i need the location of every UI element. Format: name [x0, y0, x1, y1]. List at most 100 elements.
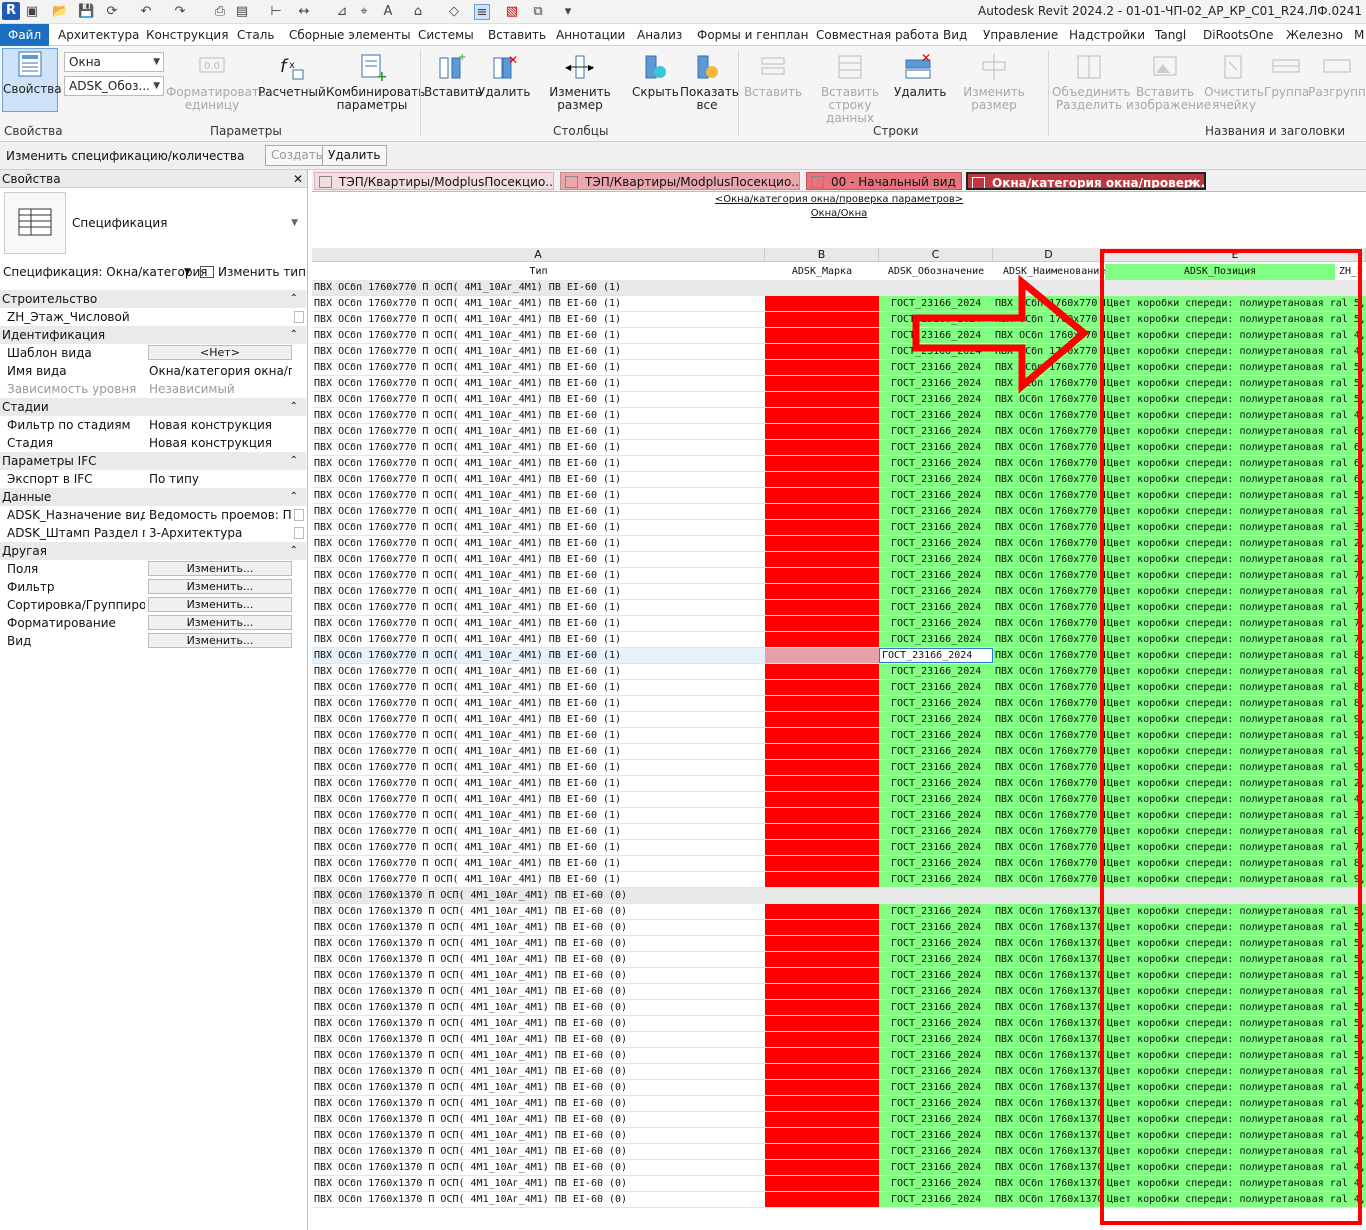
collapse-icon[interactable]: ⌃	[290, 488, 298, 506]
property-value-button[interactable]	[294, 311, 304, 323]
cell-type[interactable]: ПВХ ОСбп 1760х770 П ОСП( 4М1_10Аг_4М1) П…	[312, 808, 765, 823]
cell-type[interactable]: ПВХ ОСбп 1760х770 П ОСП( 4М1_10Аг_4М1) П…	[312, 376, 765, 391]
cell-mark[interactable]	[765, 504, 879, 519]
cell-mark[interactable]	[765, 744, 879, 759]
cell-type[interactable]: ПВХ ОСбп 1760х770 П ОСП( 4М1_10Аг_4М1) П…	[312, 440, 765, 455]
view-tab-tep1[interactable]: ТЭП/Квартиры/ModplusПосекцио...	[314, 172, 554, 190]
cell-mark[interactable]	[765, 824, 879, 839]
hide-column-button[interactable]: Скрыть	[632, 52, 679, 99]
cell-designation[interactable]: ГОСТ_23166_2024	[879, 1192, 993, 1207]
cell-name[interactable]: ПВХ ОСбп 1760х770 П	[993, 616, 1105, 631]
cell-name[interactable]: ПВХ ОСбп 1760х770 П	[993, 760, 1105, 775]
cell-name[interactable]: ПВХ ОСбп 1760х770 П	[993, 824, 1105, 839]
show-all-button[interactable]: Показать все	[680, 52, 739, 112]
tab-annotate[interactable]: Аннотации	[556, 24, 625, 46]
cell-mark[interactable]	[765, 568, 879, 583]
cell-mark[interactable]	[765, 664, 879, 679]
cell-designation[interactable]: ГОСТ_23166_2024	[879, 1000, 993, 1015]
cell-designation[interactable]: ГОСТ_23166_2024	[879, 1144, 993, 1159]
cell-designation[interactable]: ГОСТ_23166_2024	[879, 600, 993, 615]
field-header-mark[interactable]: ADSK_Марка	[765, 264, 879, 280]
property-category[interactable]: Стадии ⌃	[0, 398, 306, 416]
cell-designation[interactable]: ГОСТ_23166_2024	[879, 1016, 993, 1031]
cell-designation[interactable]: ГОСТ_23166_2024	[879, 760, 993, 775]
cell-designation[interactable]: ГОСТ_23166_2024	[879, 696, 993, 711]
cell-type[interactable]: ПВХ ОСбп 1760х770 П ОСП( 4М1_10Аг_4М1) П…	[312, 616, 765, 631]
cell-type[interactable]: ПВХ ОСбп 1760х1370 П ОСП( 4М1_10Аг_4М1) …	[312, 1160, 765, 1175]
cell-name[interactable]: ПВХ ОСбп 1760х770 П	[993, 680, 1105, 695]
cell-type[interactable]: ПВХ ОСбп 1760х1370 П ОСП( 4М1_10Аг_4М1) …	[312, 1128, 765, 1143]
cell-designation[interactable]: ГОСТ_23166_2024	[879, 536, 993, 551]
cell-designation[interactable]: ГОСТ_23166_2024	[879, 1096, 993, 1111]
cell-mark[interactable]	[765, 616, 879, 631]
3d-view-icon[interactable]: ⌂	[410, 4, 426, 20]
cell-type[interactable]: ПВХ ОСбп 1760х1370 П ОСП( 4М1_10Аг_4М1) …	[312, 1000, 765, 1015]
cell-type[interactable]: ПВХ ОСбп 1760х1370 П ОСП( 4М1_10Аг_4М1) …	[312, 1048, 765, 1063]
cell-designation[interactable]: ГОСТ_23166_2024	[879, 792, 993, 807]
tab-dirootsone[interactable]: DiRootsOne	[1203, 24, 1273, 46]
property-value[interactable]: Независимый	[149, 380, 292, 398]
close-icon[interactable]: ✕	[293, 170, 303, 188]
cell-mark[interactable]	[765, 1016, 879, 1031]
cell-designation[interactable]: ГОСТ_23166_2024	[879, 504, 993, 519]
cell-name[interactable]: ПВХ ОСбп 1760х770 П	[993, 408, 1105, 423]
cell-designation[interactable]: ГОСТ_23166_2024	[879, 440, 993, 455]
edit-type-button[interactable]: Изменить тип	[200, 262, 306, 282]
cell-designation[interactable]: ГОСТ_23166_2024	[879, 680, 993, 695]
cell-mark[interactable]	[765, 760, 879, 775]
cell-designation[interactable]: ГОСТ_23166_2024	[879, 648, 993, 663]
cell-mark[interactable]	[765, 1128, 879, 1143]
property-category[interactable]: Параметры IFC ⌃	[0, 452, 306, 470]
cell-mark[interactable]	[765, 984, 879, 999]
property-edit-button[interactable]: Изменить...	[148, 633, 292, 648]
delete-column-button[interactable]: ✕ Удалить	[478, 52, 531, 99]
delete-button[interactable]: Удалить	[322, 145, 387, 166]
tab-collaborate[interactable]: Совместная работа	[816, 24, 939, 46]
property-edit-button[interactable]: <Нет>	[148, 345, 292, 360]
property-value[interactable]: Окна/категория окна/п...	[149, 362, 292, 380]
cell-name[interactable]: ПВХ ОСбп 1760х770 П	[993, 840, 1105, 855]
insert-image-button[interactable]: Вставить изображение	[1126, 52, 1211, 112]
cell-mark[interactable]	[765, 408, 879, 423]
cell-type[interactable]: ПВХ ОСбп 1760х770 П ОСП( 4М1_10Аг_4М1) П…	[312, 312, 765, 327]
cell-designation[interactable]: ГОСТ_23166_2024	[879, 920, 993, 935]
cell-mark[interactable]	[765, 440, 879, 455]
cell-name[interactable]: ПВХ ОСбп 1760х770 П	[993, 632, 1105, 647]
tab-more[interactable]: М	[1354, 24, 1364, 46]
tab-massing[interactable]: Формы и генплан	[697, 24, 809, 46]
tab-tangl[interactable]: Tangl	[1155, 24, 1186, 46]
property-edit-button[interactable]: Изменить...	[148, 561, 292, 576]
cell-name[interactable]: ПВХ ОСбп 1760х770 П	[993, 520, 1105, 535]
property-edit-button[interactable]: Изменить...	[148, 615, 292, 630]
cell-type[interactable]: ПВХ ОСбп 1760х770 П ОСП( 4М1_10Аг_4М1) П…	[312, 344, 765, 359]
cell-name[interactable]: ПВХ ОСбп 1760х1370	[993, 1000, 1105, 1015]
property-value[interactable]: По типу	[149, 470, 292, 488]
cell-designation[interactable]: ГОСТ_23166_2024	[879, 904, 993, 919]
cell-mark[interactable]	[765, 1064, 879, 1079]
switch-windows-icon[interactable]: ⧉	[530, 4, 546, 20]
cell-type[interactable]: ПВХ ОСбп 1760х1370 П ОСП( 4М1_10Аг_4М1) …	[312, 1032, 765, 1047]
cell-type[interactable]: ПВХ ОСбп 1760х770 П ОСП( 4М1_10Аг_4М1) П…	[312, 648, 765, 663]
cell-mark[interactable]	[765, 472, 879, 487]
cell-type[interactable]: ПВХ ОСбп 1760х770 П ОСП( 4М1_10Аг_4М1) П…	[312, 472, 765, 487]
cell-type[interactable]: ПВХ ОСбп 1760х1370 П ОСП( 4М1_10Аг_4М1) …	[312, 1096, 765, 1111]
cell-type[interactable]: ПВХ ОСбп 1760х770 П ОСП( 4М1_10Аг_4М1) П…	[312, 840, 765, 855]
home-icon[interactable]: ▣	[24, 4, 40, 20]
property-value[interactable]: Ведомость проемов: Пр...	[149, 506, 292, 524]
redo-icon[interactable]: ↷	[172, 4, 188, 20]
cell-mark[interactable]	[765, 712, 879, 727]
cell-type[interactable]: ПВХ ОСбп 1760х770 П ОСП( 4М1_10Аг_4М1) П…	[312, 456, 765, 471]
cell-name[interactable]: ПВХ ОСбп 1760х1370	[993, 1032, 1105, 1047]
open-icon[interactable]: 📂	[52, 4, 68, 20]
cell-designation[interactable]: ГОСТ_23166_2024	[879, 1032, 993, 1047]
cell-designation[interactable]: ГОСТ_23166_2024	[879, 1160, 993, 1175]
cell-name[interactable]: ПВХ ОСбп 1760х770 П	[993, 536, 1105, 551]
cell-designation[interactable]: ГОСТ_23166_2024	[879, 856, 993, 871]
collapse-icon[interactable]: ⌃	[290, 452, 298, 470]
cell-mark[interactable]	[765, 1144, 879, 1159]
cell-name[interactable]: ПВХ ОСбп 1760х1370	[993, 1144, 1105, 1159]
undo-icon[interactable]: ↶	[138, 4, 154, 20]
print-icon[interactable]: ⎙	[212, 4, 228, 20]
cell-designation[interactable]: ГОСТ_23166_2024	[879, 472, 993, 487]
cell-type[interactable]: ПВХ ОСбп 1760х770 П ОСП( 4М1_10Аг_4М1) П…	[312, 424, 765, 439]
